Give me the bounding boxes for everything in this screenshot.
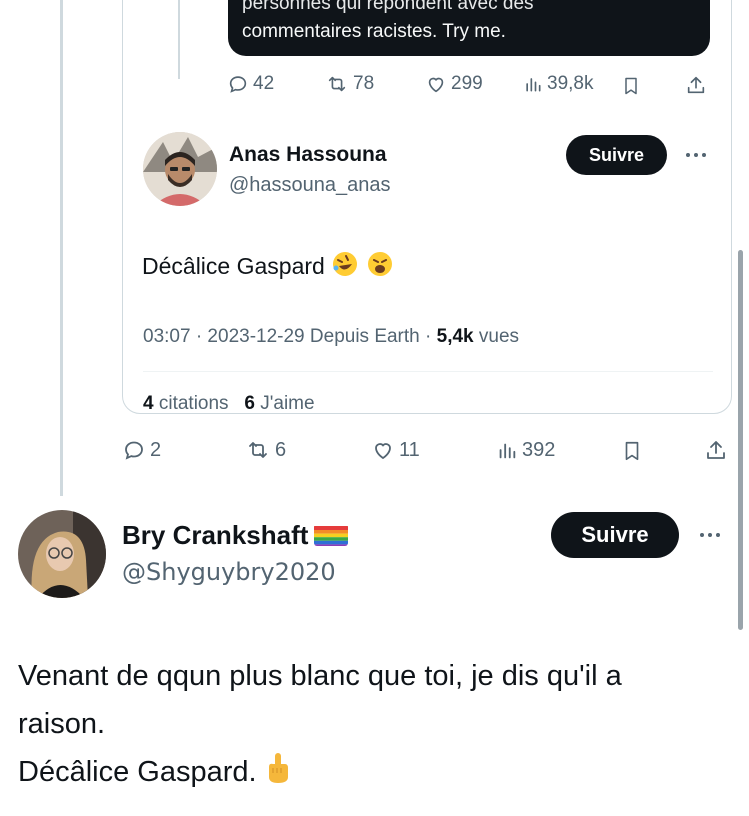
quoted-tweet-time[interactable]: 03:07 · 2023-12-29 Depuis Earth · (143, 326, 437, 347)
quoted-tweet-stats: 4 citations 6 J'aime (143, 393, 315, 414)
share-icon (687, 76, 705, 94)
quote-views-action[interactable]: 392 (496, 438, 555, 462)
reply-text-line3: Décâlice Gaspard. (18, 756, 257, 788)
quoted-parent-text-line1: personnes qui répondent avec des (242, 0, 534, 14)
parent-bookmark-action[interactable] (621, 75, 641, 97)
parent-repost-count: 78 (353, 73, 375, 94)
anas-avatar[interactable] (143, 132, 217, 206)
quote-reply-action[interactable]: 2 (122, 438, 161, 462)
bookmark-icon (625, 77, 637, 95)
quoted-divider (143, 371, 713, 372)
thread-line (60, 0, 63, 496)
quoted-tweet-text-row: Décâlice Gaspard (142, 250, 394, 280)
likes-count: 6 (244, 393, 255, 414)
quote-like-action[interactable]: 11 (371, 438, 420, 462)
quoted-parent-text-line2: commentaires racistes. Try me. (242, 21, 506, 42)
share-icon (707, 441, 725, 459)
reply-more-icon[interactable] (700, 533, 720, 537)
avatar-photo (18, 510, 106, 598)
quoted-tweet-card[interactable]: personnes qui répondent avec des comment… (122, 0, 732, 414)
quotes-count: 4 (143, 393, 154, 414)
quote-like-count: 11 (399, 438, 420, 461)
like-icon (375, 443, 391, 460)
reply-author-handle[interactable]: @Shyguybry2020 (122, 558, 336, 586)
like-icon (428, 77, 444, 93)
quotes-stat[interactable]: 4 citations (143, 393, 229, 414)
quote-reply-count: 2 (150, 438, 162, 461)
bookmark-icon (625, 441, 639, 461)
quoted-views-label: vues (473, 326, 520, 347)
reply-icon (125, 441, 143, 460)
quoted-tweet-text: Décâlice Gaspard (142, 253, 325, 279)
reply-text-line3-row: Décâlice Gaspard. (18, 748, 622, 796)
bry-avatar[interactable] (18, 510, 106, 598)
likes-label: J'aime (254, 393, 315, 414)
parent-views-action[interactable]: 39,8k (523, 73, 593, 95)
quoted-author-name[interactable]: Anas Hassouna (229, 143, 387, 167)
views-icon (526, 78, 541, 92)
reply-text-line1: Venant de qqun plus blanc que toi, je di… (18, 660, 622, 692)
parent-repost-action[interactable]: 78 (325, 73, 374, 95)
reply-author-name-row[interactable]: Bry Crankshaft (122, 520, 349, 551)
quoted-parent-media[interactable]: personnes qui répondent avec des comment… (228, 0, 710, 56)
parent-share-action[interactable] (685, 74, 707, 96)
quotes-label: citations (153, 393, 229, 414)
avatar-photo (143, 132, 217, 206)
parent-reply-count: 42 (253, 73, 275, 94)
rainbow-flag-icon (314, 524, 349, 546)
weary-emoji-icon (367, 252, 392, 276)
scrollbar[interactable] (738, 250, 743, 630)
quoted-more-icon[interactable] (686, 153, 706, 157)
likes-stat[interactable]: 6 J'aime (244, 393, 315, 414)
parent-reply-action[interactable]: 42 (227, 73, 274, 95)
repost-icon (328, 76, 346, 92)
parent-like-count: 299 (451, 73, 483, 94)
quote-bookmark-action[interactable] (621, 439, 643, 463)
rofl-emoji-icon (333, 252, 358, 276)
reply-tweet-text: Venant de qqun plus blanc que toi, je di… (18, 652, 622, 796)
quoted-follow-button[interactable]: Suivre (566, 135, 667, 175)
quoted-author-handle[interactable]: @hassouna_anas (229, 174, 391, 197)
quote-views-count: 392 (522, 438, 556, 461)
quote-repost-action[interactable]: 6 (245, 438, 286, 462)
quote-repost-count: 6 (275, 438, 287, 461)
repost-icon (249, 442, 267, 458)
quoted-tweet-meta: 03:07 · 2023-12-29 Depuis Earth · 5,4k v… (143, 326, 519, 348)
quote-share-action[interactable] (704, 438, 728, 462)
views-icon (499, 443, 516, 459)
parent-views-count: 39,8k (547, 73, 594, 94)
parent-like-action[interactable]: 299 (425, 73, 483, 95)
middle-finger-emoji-icon (268, 753, 288, 783)
reply-icon (229, 76, 247, 93)
reply-follow-button[interactable]: Suivre (551, 512, 679, 558)
inner-thread-line (178, 0, 180, 79)
reply-text-line2: raison. (18, 708, 106, 740)
quoted-views-count: 5,4k (436, 326, 474, 347)
reply-author-name: Bry Crankshaft (122, 520, 309, 550)
